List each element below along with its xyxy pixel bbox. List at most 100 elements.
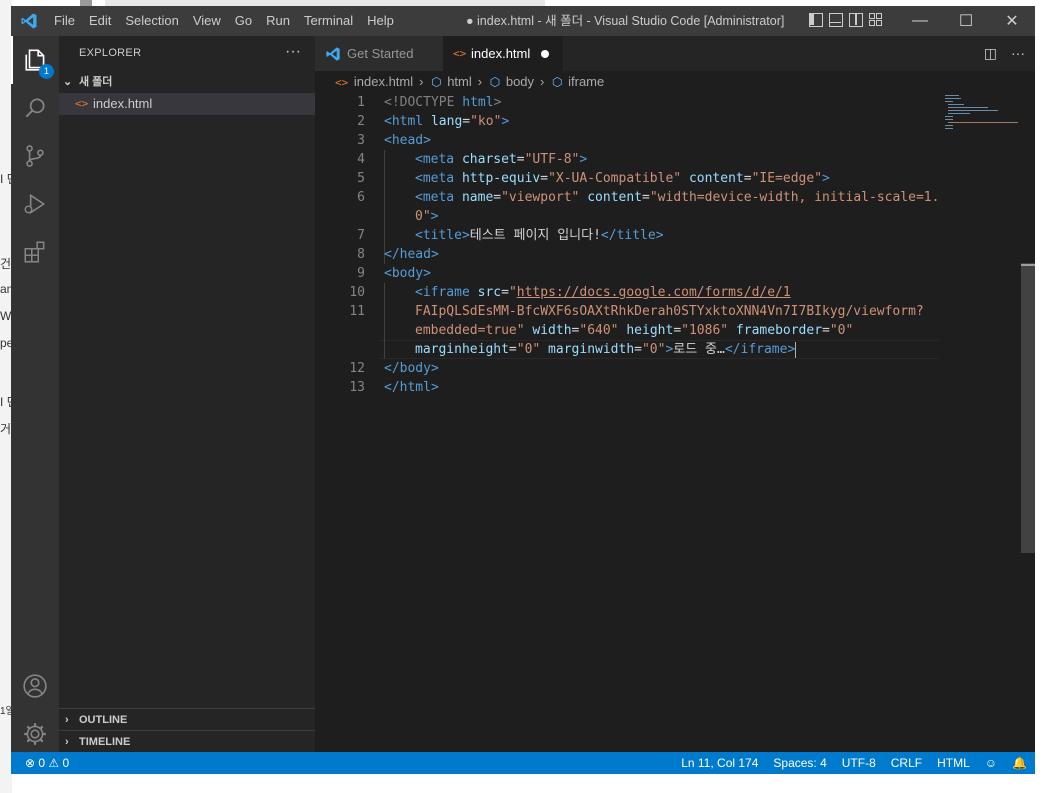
- token: "X-UA-Compatible": [548, 171, 682, 186]
- menu-terminal[interactable]: Terminal: [297, 6, 360, 36]
- code-line: </body>: [384, 359, 439, 378]
- token: </title>: [600, 228, 664, 243]
- minimap-line: [945, 125, 953, 126]
- code-editor[interactable]: 1 2 3 4 5 6 7 8 9 10 11 12 13 <!DOCTYPE …: [315, 93, 1035, 752]
- chevron-down-icon: ⌄: [63, 76, 73, 88]
- token: <meta: [415, 152, 455, 167]
- vertical-scrollbar[interactable]: [1021, 93, 1035, 752]
- run-debug-activity[interactable]: [11, 180, 59, 228]
- token: height: [618, 323, 674, 338]
- symbol-cube-icon: ⬡: [552, 75, 563, 89]
- minimap-line: [948, 113, 970, 114]
- tab-get-started[interactable]: Get Started: [315, 36, 443, 71]
- token: >: [579, 152, 588, 167]
- customize-layout-icon[interactable]: [869, 13, 883, 27]
- line-number: 9: [357, 266, 365, 281]
- line-number: 12: [349, 361, 365, 376]
- tab-label: index.html: [471, 46, 531, 61]
- token: =: [634, 342, 642, 357]
- file-item-index-html[interactable]: <> index.html: [59, 93, 315, 115]
- code-line: <meta http-equiv="X-UA-Compatible" conte…: [415, 169, 830, 188]
- status-right-items: Ln 11, Col 174 Spaces: 4 UTF-8 CRLF HTML…: [681, 752, 1027, 774]
- status-bar: ⊗ 0 ⚠ 0 Ln 11, Col 174 Spaces: 4 UTF-8 C…: [11, 752, 1035, 774]
- token: ": [508, 285, 517, 300]
- token: =: [493, 190, 502, 205]
- breadcrumb-html[interactable]: html: [447, 74, 472, 89]
- token: "1086": [681, 323, 729, 338]
- notifications-bell-icon[interactable]: 🔔: [1012, 752, 1027, 774]
- token: =: [501, 285, 509, 300]
- manage-activity[interactable]: [11, 710, 59, 758]
- line-number: 10: [349, 285, 365, 300]
- token: <head>: [384, 133, 431, 148]
- url-link[interactable]: https://docs.google.com/forms/d/e/1: [517, 285, 791, 300]
- accounts-activity[interactable]: [11, 662, 59, 710]
- cursor-position[interactable]: Ln 11, Col 174: [681, 752, 758, 774]
- language-mode[interactable]: HTML: [937, 752, 970, 774]
- toggle-secondary-sidebar-icon[interactable]: [849, 13, 863, 27]
- token: <meta: [415, 190, 455, 205]
- editor-tabs: Get Started <> index.html ◫ ···: [315, 36, 1035, 71]
- problems-indicator[interactable]: ⊗ 0 ⚠ 0: [25, 752, 69, 774]
- encoding-status[interactable]: UTF-8: [842, 752, 876, 774]
- code-line: <!DOCTYPE html>: [384, 93, 501, 112]
- minimap-line: [948, 110, 998, 111]
- feedback-icon[interactable]: ☺: [985, 752, 997, 774]
- token: "0": [516, 342, 541, 357]
- token: <meta: [415, 171, 455, 186]
- maximize-button[interactable]: ☐: [943, 6, 989, 36]
- explorer-activity[interactable]: 1: [11, 36, 59, 84]
- token: "0": [829, 323, 854, 338]
- menu-help[interactable]: Help: [360, 6, 401, 36]
- menu-selection[interactable]: Selection: [118, 6, 185, 36]
- line-number: 13: [349, 380, 365, 395]
- minimap[interactable]: [945, 93, 1021, 133]
- chevron-right-icon: ›: [419, 74, 424, 89]
- folder-header[interactable]: ⌄ 새 폴더: [59, 71, 315, 93]
- split-editor-icon[interactable]: ◫: [984, 36, 997, 71]
- search-activity[interactable]: [11, 84, 59, 132]
- menu-file[interactable]: File: [47, 6, 82, 36]
- menu-view[interactable]: View: [186, 6, 228, 36]
- token: width: [524, 323, 572, 338]
- eol-status[interactable]: CRLF: [891, 752, 922, 774]
- minimap-line: [945, 116, 953, 117]
- code-line: <iframe src="https://docs.google.com/for…: [415, 283, 791, 302]
- title-bar: File Edit Selection View Go Run Terminal…: [11, 6, 1035, 36]
- indentation-status[interactable]: Spaces: 4: [773, 752, 826, 774]
- tab-index-html[interactable]: <> index.html: [443, 36, 563, 71]
- code-line: FAIpQLSdEsMM-BfcWXF6sOAXtRhkDerah0STYxkt…: [415, 302, 924, 321]
- breadcrumb-iframe[interactable]: iframe: [568, 74, 604, 89]
- window-controls: — ☐ ✕: [897, 6, 1035, 36]
- more-actions-button[interactable]: ···: [1011, 36, 1025, 71]
- minimap-line: [948, 107, 988, 108]
- scrollbar-thumb[interactable]: [1021, 263, 1035, 553]
- token: 테스트 페이지 입니다!: [469, 228, 601, 243]
- close-button[interactable]: ✕: [989, 6, 1035, 36]
- menu-edit[interactable]: Edit: [82, 6, 118, 36]
- token: <body>: [384, 266, 431, 281]
- toggle-sidebar-icon[interactable]: [809, 13, 823, 27]
- html-file-icon: <>: [335, 76, 349, 89]
- breadcrumb-body[interactable]: body: [506, 74, 534, 89]
- token: <html: [384, 114, 424, 129]
- token: </body>: [384, 361, 439, 376]
- token: =: [508, 342, 517, 357]
- minimap-line: [945, 128, 953, 129]
- token: 0": [415, 209, 431, 224]
- minimize-button[interactable]: —: [897, 6, 943, 36]
- timeline-section[interactable]: › TIMELINE: [59, 730, 315, 753]
- line-number: 6: [357, 190, 365, 205]
- menu-run[interactable]: Run: [259, 6, 297, 36]
- breadcrumb: <> index.html › ⬡ html › ⬡ body › ⬡ iframe: [315, 71, 1035, 93]
- outline-section[interactable]: › OUTLINE: [59, 708, 315, 731]
- minimap-line: [945, 98, 961, 99]
- breadcrumb-file[interactable]: index.html: [354, 74, 413, 89]
- extensions-activity[interactable]: [11, 228, 59, 276]
- unsaved-dot-icon[interactable]: [541, 50, 549, 58]
- menu-go[interactable]: Go: [228, 6, 259, 36]
- source-control-activity[interactable]: [11, 132, 59, 180]
- symbol-cube-icon: ⬡: [431, 75, 442, 89]
- explorer-more-button[interactable]: ···: [285, 36, 301, 68]
- toggle-panel-icon[interactable]: [829, 13, 843, 27]
